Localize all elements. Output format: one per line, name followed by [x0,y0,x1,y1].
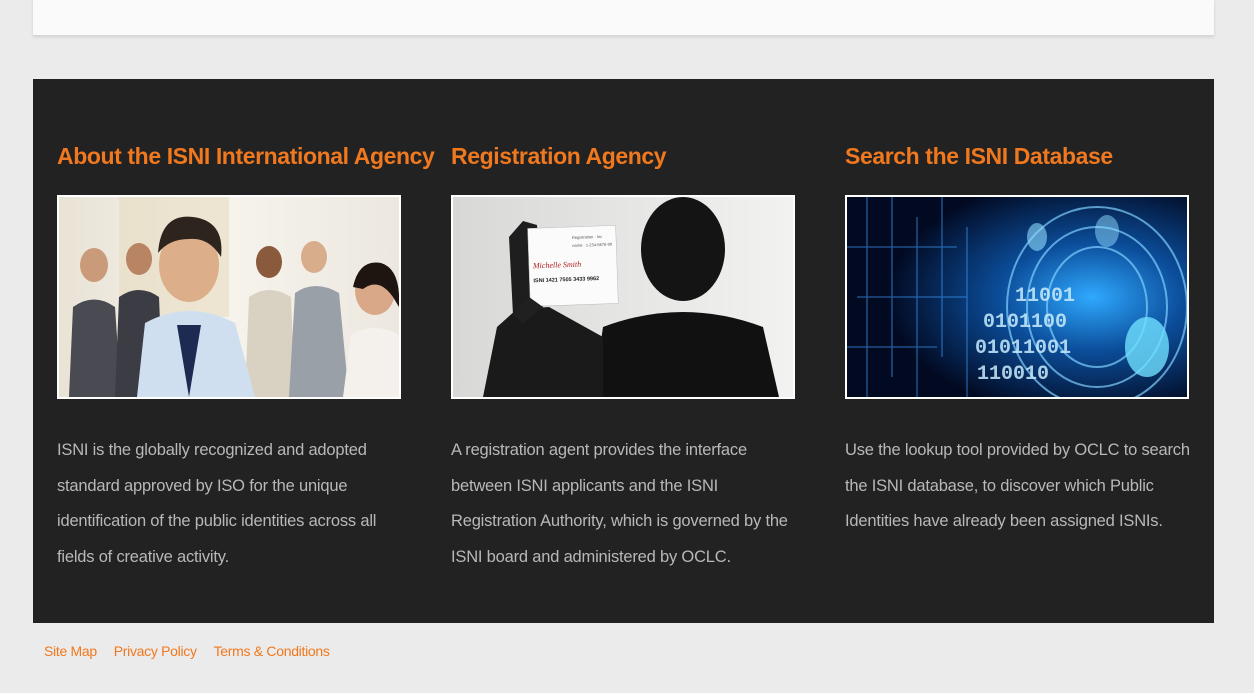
binary-row-1: 11001 [1015,285,1075,308]
terms-conditions-link[interactable]: Terms & Conditions [214,643,330,659]
search-image[interactable]: 11001 0101100 01011001 110010 [845,195,1189,399]
registration-image[interactable]: Registration · Inc name · 1-234-5678-90 … [451,195,795,399]
digital-fingerprint-photo: 11001 0101100 01011001 110010 [847,197,1187,397]
site-map-link[interactable]: Site Map [44,643,97,659]
binary-row-3: 01011001 [975,337,1071,360]
footer-feature-panel: About the ISNI International Agency ISNI… [33,79,1214,623]
registration-heading-link[interactable]: Registration Agency [451,141,797,171]
footer-links: Site Map Privacy Policy Terms & Conditio… [44,643,343,659]
binary-row-4: 110010 [977,363,1049,386]
column-about: About the ISNI International Agency ISNI… [57,141,435,566]
about-heading-link[interactable]: About the ISNI International Agency [57,141,435,171]
business-card-silhouette-photo: Registration · Inc name · 1-234-5678-90 … [453,197,793,397]
business-people-photo [59,197,399,397]
column-registration: Registration Agency Registration · Inc n… [451,141,797,566]
search-heading-link[interactable]: Search the ISNI Database [845,141,1191,171]
registration-description: A registration agent provides the interf… [451,441,788,566]
about-image[interactable] [57,195,401,399]
card-name: Michelle Smith [532,260,582,271]
privacy-policy-link[interactable]: Privacy Policy [114,643,197,659]
about-description: ISNI is the globally recognized and adop… [57,441,377,566]
column-search: Search the ISNI Database 11001 0101100 0… [845,141,1191,530]
search-description: Use the lookup tool provided by OCLC to … [845,441,1190,530]
binary-row-2: 0101100 [983,311,1067,334]
card-line1: Registration · Inc [572,234,602,240]
top-content-card [33,0,1214,36]
